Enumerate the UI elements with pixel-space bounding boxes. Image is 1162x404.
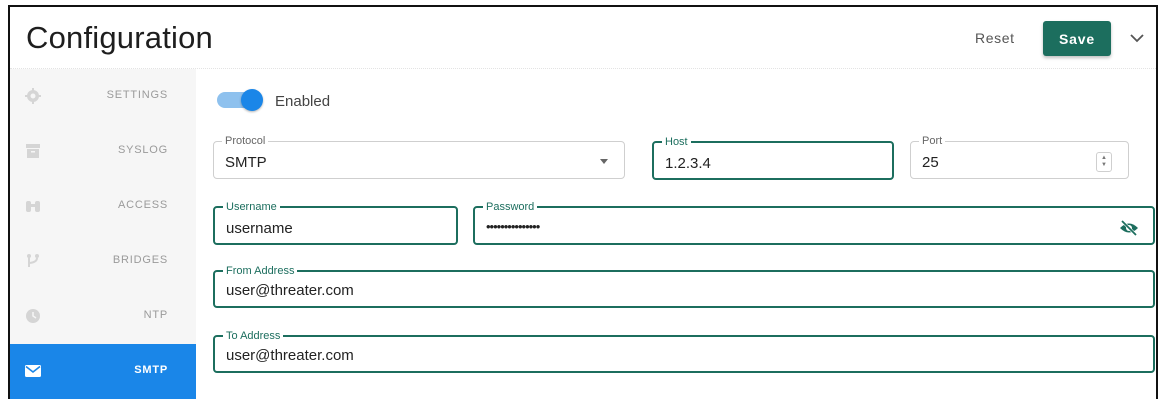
protocol-value: SMTP: [225, 154, 267, 171]
sidebar-item-bridges[interactable]: BRIDGES: [10, 234, 196, 289]
password-field[interactable]: Password •••••••••••••••: [473, 200, 1155, 245]
configuration-panel: Configuration Reset Save SETTINGS SYSLOG…: [8, 5, 1158, 399]
host-field[interactable]: Host 1.2.3.4: [652, 135, 894, 180]
to-address-value: user@threater.com: [226, 347, 354, 364]
sidebar-item-label: NTP: [143, 309, 168, 321]
dropdown-arrow-icon[interactable]: [600, 159, 608, 164]
sidebar-item-label: BRIDGES: [112, 254, 168, 266]
sidebar-item-smtp[interactable]: SMTP: [10, 344, 196, 399]
sidebar: SETTINGS SYSLOG ACCESS BRIDGES NTP SMTP: [10, 69, 196, 399]
password-value: •••••••••••••••: [486, 219, 540, 234]
toggle-knob: [241, 89, 263, 111]
sidebar-item-label: SMTP: [134, 364, 168, 376]
port-value: 25: [922, 154, 939, 171]
sidebar-item-syslog[interactable]: SYSLOG: [10, 124, 196, 179]
bridge-icon: [27, 254, 39, 267]
eye-off-icon[interactable]: [1119, 219, 1139, 237]
from-address-field[interactable]: From Address user@threater.com: [213, 264, 1155, 308]
username-value: username: [226, 220, 293, 237]
page-title: Configuration: [26, 20, 213, 55]
enabled-toggle[interactable]: [217, 89, 263, 111]
sidebar-item-label: SETTINGS: [106, 89, 168, 101]
to-address-field[interactable]: To Address user@threater.com: [213, 329, 1155, 373]
save-button[interactable]: Save: [1043, 21, 1111, 56]
sidebar-item-access[interactable]: ACCESS: [10, 179, 196, 234]
gear-icon: [25, 88, 41, 104]
port-label: Port: [919, 134, 946, 148]
smtp-form: Enabled Protocol SMTP Host 1.2.3.4 Port …: [196, 69, 1158, 399]
protocol-label: Protocol: [222, 134, 269, 148]
sidebar-item-settings[interactable]: SETTINGS: [10, 69, 196, 124]
username-label: Username: [223, 200, 280, 214]
clock-icon: [26, 309, 40, 323]
port-field[interactable]: Port 25 ▲ ▼: [910, 134, 1129, 179]
binoculars-icon: [26, 201, 40, 212]
username-field[interactable]: Username username: [213, 200, 458, 245]
from-address-value: user@threater.com: [226, 282, 354, 299]
mail-icon: [25, 365, 41, 377]
chevron-down-icon[interactable]: [1128, 29, 1146, 47]
enabled-label: Enabled: [275, 93, 331, 110]
protocol-select[interactable]: Protocol SMTP: [213, 134, 625, 179]
sidebar-item-label: SYSLOG: [117, 144, 168, 156]
to-address-label: To Address: [223, 329, 284, 343]
host-value: 1.2.3.4: [665, 155, 711, 172]
host-label: Host: [662, 135, 691, 149]
sidebar-item-ntp[interactable]: NTP: [10, 289, 196, 344]
number-stepper-icon[interactable]: ▲ ▼: [1096, 152, 1112, 172]
archive-icon: [26, 144, 40, 158]
sidebar-item-label: ACCESS: [117, 199, 168, 211]
password-label: Password: [483, 200, 538, 214]
reset-button[interactable]: Reset: [975, 30, 1015, 46]
header: Configuration Reset Save: [10, 7, 1156, 69]
from-address-label: From Address: [223, 264, 298, 278]
